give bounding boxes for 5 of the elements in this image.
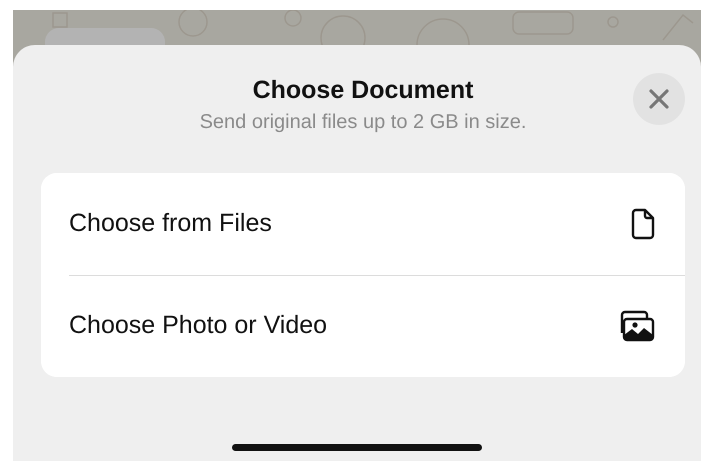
document-icon [631,208,655,240]
close-icon [648,88,670,110]
sheet-title: Choose Document [252,75,474,105]
sheet-subtitle: Send original files up to 2 GB in size. [200,110,526,134]
option-row[interactable]: Choose Photo or Video [41,275,685,377]
